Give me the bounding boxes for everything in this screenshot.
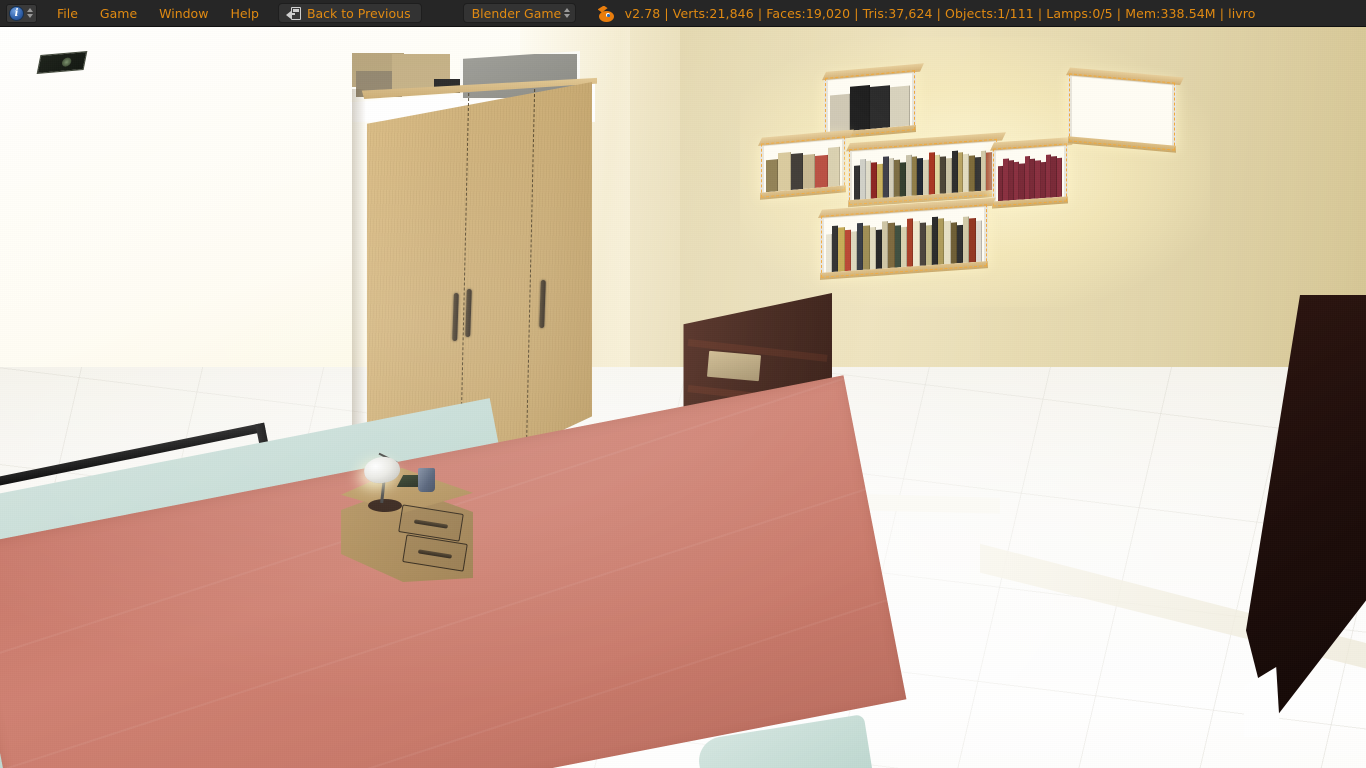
book-spine	[790, 152, 803, 191]
shelf-books	[998, 153, 1062, 202]
book-spine	[815, 154, 828, 188]
book-spine	[890, 85, 910, 128]
blender-application-window: i File Game Window Help Back to Previous…	[0, 0, 1366, 768]
chevron-updown-icon	[27, 8, 33, 18]
render-engine-value: Blender Game	[471, 5, 562, 21]
info-editor-header: i File Game Window Help Back to Previous…	[0, 0, 1366, 27]
shelf-cube-bottom	[818, 197, 996, 280]
bookcase-box-1	[706, 350, 762, 382]
info-editor-icon: i	[9, 5, 24, 21]
shelf-books	[766, 146, 840, 193]
menu-file[interactable]: File	[46, 4, 89, 23]
book-spine	[802, 153, 816, 190]
book-spine	[778, 151, 791, 192]
menu-help[interactable]: Help	[219, 4, 270, 23]
shelf-books	[830, 80, 910, 133]
desk-lamp-base	[368, 499, 402, 512]
book-spine	[975, 220, 982, 262]
book-spine	[830, 93, 850, 133]
screen-back-icon	[285, 6, 301, 20]
shelf-cube-middle	[846, 132, 1006, 208]
shelf-cube-far-right	[1066, 67, 1184, 153]
back-to-previous-label: Back to Previous	[306, 5, 411, 21]
menu-window[interactable]: Window	[148, 4, 219, 23]
book-spine	[1056, 158, 1062, 198]
scene-statistics: v2.78 | Verts:21,846 | Faces:19,020 | Tr…	[624, 5, 1256, 21]
chevron-updown-icon	[564, 8, 571, 18]
shelf-cube-top	[822, 63, 924, 141]
blender-logo-icon	[597, 5, 615, 22]
book-spine	[766, 159, 779, 193]
menu-game[interactable]: Game	[89, 4, 148, 23]
book-spine	[827, 146, 840, 187]
3d-viewport[interactable]	[0, 27, 1366, 768]
render-engine-select[interactable]: Blender Game	[462, 3, 576, 23]
book-spine	[850, 84, 870, 131]
editor-type-selector[interactable]: i	[6, 3, 37, 23]
cup	[418, 468, 435, 492]
shelf-cube-left	[758, 129, 854, 200]
wardrobe-shadow	[352, 89, 366, 461]
book-spine	[870, 85, 890, 129]
back-to-previous-button[interactable]: Back to Previous	[277, 3, 422, 23]
shelf-cube-right	[990, 136, 1076, 209]
